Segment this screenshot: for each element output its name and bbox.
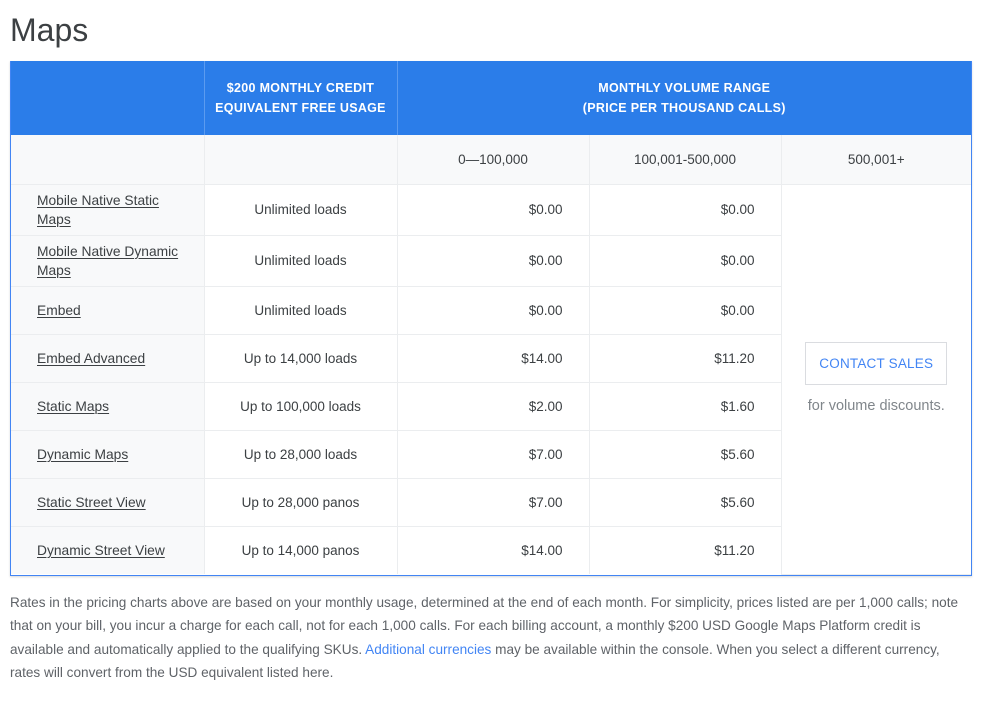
sku-link[interactable]: Mobile Native Static Maps — [37, 193, 159, 227]
sku-link[interactable]: Dynamic Street View — [37, 543, 165, 558]
price-tier1-cell: $0.00 — [396, 285, 590, 335]
subheader-cell-range-1: 0—100,000 — [396, 135, 590, 185]
header-row-primary: $200 MONTHLY CREDIT EQUIVALENT FREE USAG… — [11, 61, 972, 135]
sku-link[interactable]: Embed Advanced — [37, 351, 145, 366]
price-tier2-cell: $1.60 — [588, 381, 782, 431]
pricing-table-container: $200 MONTHLY CREDIT EQUIVALENT FREE USAG… — [10, 61, 972, 576]
subheader-cell-range-3: 500,001+ — [780, 135, 972, 185]
free-usage-cell: Up to 28,000 loads — [203, 429, 398, 479]
sku-cell: Dynamic Maps — [11, 429, 205, 479]
price-tier2-cell: $0.00 — [588, 234, 782, 287]
page-title: Maps — [10, 12, 89, 48]
price-tier1-cell: $0.00 — [396, 234, 590, 287]
price-tier1-cell: $2.00 — [396, 381, 590, 431]
sku-cell: Static Maps — [11, 381, 205, 431]
table-body: Mobile Native Static Maps Unlimited loads… — [11, 183, 972, 575]
free-usage-cell: Unlimited loads — [203, 285, 398, 335]
subheader-cell-range-2: 100,001-500,000 — [588, 135, 782, 185]
sku-cell: Embed — [11, 285, 205, 335]
price-tier1-cell: $0.00 — [396, 183, 590, 236]
table-head: $200 MONTHLY CREDIT EQUIVALENT FREE USAG… — [11, 61, 972, 185]
free-usage-cell: Unlimited loads — [203, 183, 398, 236]
price-tier2-cell: $5.60 — [588, 477, 782, 527]
volume-range-line1: MONTHLY VOLUME RANGE — [598, 81, 771, 95]
price-tier2-cell: $11.20 — [588, 525, 782, 574]
free-usage-cell: Up to 14,000 panos — [203, 525, 398, 574]
price-tier1-cell: $14.00 — [396, 525, 590, 574]
sku-link[interactable]: Embed — [37, 303, 81, 318]
sku-cell: Embed Advanced — [11, 333, 205, 383]
subheader-cell-blank-credit — [203, 135, 398, 185]
header-cell-free-credit: $200 MONTHLY CREDIT EQUIVALENT FREE USAG… — [203, 61, 398, 135]
price-tier2-cell: $11.20 — [588, 333, 782, 383]
volume-discount-note: for volume discounts. — [807, 397, 945, 414]
price-tier1-cell: $14.00 — [396, 333, 590, 383]
pricing-table: $200 MONTHLY CREDIT EQUIVALENT FREE USAG… — [11, 61, 972, 575]
sku-link[interactable]: Dynamic Maps — [37, 447, 128, 462]
header-cell-volume-range: MONTHLY VOLUME RANGE (PRICE PER THOUSAND… — [396, 61, 972, 135]
header-cell-blank — [11, 61, 205, 135]
sku-cell: Dynamic Street View — [11, 525, 205, 574]
table-row: Mobile Native Static Maps Unlimited loads… — [11, 183, 972, 575]
sku-cell: Mobile Native Static Maps — [11, 183, 205, 236]
free-usage-cell: Up to 14,000 loads — [203, 333, 398, 383]
price-tier2-cell: $5.60 — [588, 429, 782, 479]
free-usage-cell: Up to 28,000 panos — [203, 477, 398, 527]
price-tier2-cell: $0.00 — [588, 285, 782, 335]
subheader-cell-blank-sku — [11, 135, 205, 185]
sku-link[interactable]: Static Maps — [37, 399, 109, 414]
contact-sales-button[interactable]: CONTACT SALES — [805, 341, 948, 385]
pricing-footnote: Rates in the pricing charts above are ba… — [10, 591, 972, 685]
contact-sales-cell: CONTACT SALES for volume discounts. — [780, 183, 972, 575]
sku-link[interactable]: Mobile Native Dynamic Maps — [37, 244, 178, 278]
sku-link[interactable]: Static Street View — [37, 495, 146, 510]
header-row-secondary: 0—100,000 100,001-500,000 500,001+ — [11, 135, 972, 185]
sku-cell: Static Street View — [11, 477, 205, 527]
free-usage-cell: Unlimited loads — [203, 234, 398, 287]
price-tier1-cell: $7.00 — [396, 477, 590, 527]
free-usage-cell: Up to 100,000 loads — [203, 381, 398, 431]
sku-cell: Mobile Native Dynamic Maps — [11, 234, 205, 287]
price-tier1-cell: $7.00 — [396, 429, 590, 479]
additional-currencies-link[interactable]: Additional currencies — [365, 642, 491, 657]
price-tier2-cell: $0.00 — [588, 183, 782, 236]
volume-range-line2: (PRICE PER THOUSAND CALLS) — [582, 101, 786, 115]
